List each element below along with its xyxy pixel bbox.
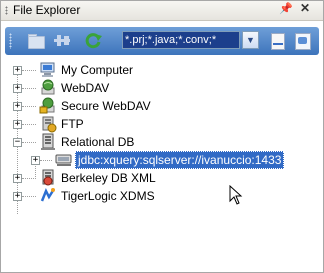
pin-icon[interactable]: 📌 <box>279 2 293 15</box>
tree-item-ftp[interactable]: + FTP <box>1 115 323 133</box>
open-file-button[interactable] <box>294 32 312 50</box>
secure-webdav-icon <box>39 97 57 115</box>
refresh-button[interactable] <box>83 31 103 51</box>
ftp-icon <box>39 115 57 133</box>
tree-item-my-computer[interactable]: + My Computer <box>1 61 323 79</box>
toolbar: ▼ <box>5 27 319 55</box>
database-icon <box>39 133 57 151</box>
refresh-icon <box>85 33 102 49</box>
tree-item-label: jdbc:xquery:sqlserver://ivanuccio:1433 <box>75 151 285 169</box>
tree-item-secure-webdav[interactable]: + Secure WebDAV <box>1 97 323 115</box>
webdav-icon <box>39 79 57 97</box>
tree-item-jdbc-connection[interactable]: + jdbc:xquery:sqlserver://ivanuccio:1433 <box>1 151 323 169</box>
filter-dropdown-button[interactable]: ▼ <box>242 31 259 49</box>
tree-item-tigerlogic-xdms[interactable]: + TigerLogic XDMS <box>1 187 323 205</box>
tree-item-relational-db[interactable]: − Relational DB <box>1 133 323 151</box>
computer-icon <box>39 61 57 79</box>
grip-icon <box>5 6 8 15</box>
connection-icon <box>55 151 73 169</box>
tree-item-label: My Computer <box>61 63 134 77</box>
new-file-button[interactable] <box>269 32 287 50</box>
expand-icon[interactable]: + <box>31 156 40 165</box>
tigerlogic-icon <box>39 187 57 205</box>
file-filter-input[interactable] <box>122 31 240 49</box>
connect-button[interactable] <box>53 32 71 50</box>
tree-item-label: WebDAV <box>61 81 110 95</box>
file-explorer-panel: File Explorer 📌 ✕ ▼ <box>0 0 324 273</box>
mouse-cursor-icon <box>229 184 243 205</box>
expand-icon[interactable]: + <box>13 174 22 183</box>
tree-item-berkeley-db-xml[interactable]: + Berkeley DB XML <box>1 169 323 187</box>
expand-icon[interactable]: + <box>13 120 22 129</box>
panel-title: File Explorer <box>13 3 81 17</box>
toolbar-grip-icon[interactable] <box>9 33 12 49</box>
close-icon[interactable]: ✕ <box>300 1 310 15</box>
berkeley-db-icon <box>39 169 57 187</box>
collapse-icon[interactable]: − <box>13 138 22 147</box>
chevron-down-icon: ▼ <box>246 35 255 45</box>
tree-item-label: Secure WebDAV <box>61 99 151 113</box>
tree-item-label: TigerLogic XDMS <box>61 189 155 203</box>
tree-item-label: Relational DB <box>61 135 135 149</box>
tree-item-label: Berkeley DB XML <box>61 171 156 185</box>
new-folder-button[interactable] <box>27 32 45 50</box>
expand-icon[interactable]: + <box>13 102 22 111</box>
expand-icon[interactable]: + <box>13 84 22 93</box>
file-filter-field[interactable] <box>123 32 239 48</box>
expand-icon[interactable]: + <box>13 192 22 201</box>
title-bar: File Explorer 📌 ✕ <box>1 1 323 21</box>
tree-item-label: FTP <box>61 117 84 131</box>
expand-icon[interactable]: + <box>13 66 22 75</box>
tree-item-webdav[interactable]: + WebDAV <box>1 79 323 97</box>
file-tree: + My Computer + WebDAV + Secure WebDAV +… <box>1 61 323 261</box>
